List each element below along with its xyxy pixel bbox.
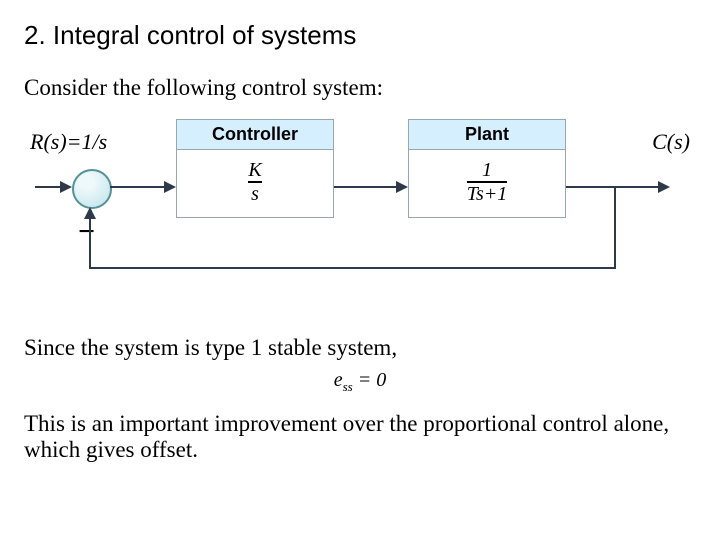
block-diagram: R(s)=1/s C(s) − Controller K s Plant 1 T…: [30, 119, 690, 309]
arrowhead: [164, 181, 176, 193]
output-label: C(s): [652, 129, 690, 155]
wire-u: [334, 186, 400, 188]
ess-value: = 0: [353, 369, 387, 391]
wire-feedback-back: [90, 267, 616, 269]
minus-sign: −: [78, 215, 95, 249]
wire-feedback-up: [89, 217, 91, 269]
arrowhead: [60, 181, 72, 193]
controller-tf: K s: [248, 160, 261, 205]
controller-den: s: [248, 181, 261, 205]
wire-feedback-down: [614, 186, 616, 269]
plant-num: 1: [467, 160, 508, 181]
wire-error: [110, 186, 168, 188]
arrowhead: [658, 181, 670, 193]
plant-tf: 1 Ts+1: [467, 160, 508, 205]
steady-state-error: ess = 0: [24, 369, 696, 395]
input-label: R(s)=1/s: [30, 129, 107, 155]
summing-junction: [72, 169, 112, 209]
intro-text: Consider the following control system:: [24, 75, 696, 101]
controller-title: Controller: [177, 120, 333, 150]
plant-block: Plant 1 Ts+1: [408, 119, 566, 218]
controller-num: K: [248, 160, 261, 181]
plant-den: Ts+1: [467, 181, 508, 205]
plant-title: Plant: [409, 120, 565, 150]
conclusion-text: This is an important improvement over th…: [24, 411, 696, 463]
section-title: 2. Integral control of systems: [24, 20, 696, 51]
ess-subscript: ss: [343, 379, 353, 394]
controller-block: Controller K s: [176, 119, 334, 218]
ess-symbol: e: [334, 369, 343, 391]
plant-body: 1 Ts+1: [409, 150, 565, 217]
type-statement: Since the system is type 1 stable system…: [24, 335, 696, 361]
arrowhead-up: [84, 207, 96, 219]
controller-body: K s: [177, 150, 333, 217]
arrowhead: [396, 181, 408, 193]
